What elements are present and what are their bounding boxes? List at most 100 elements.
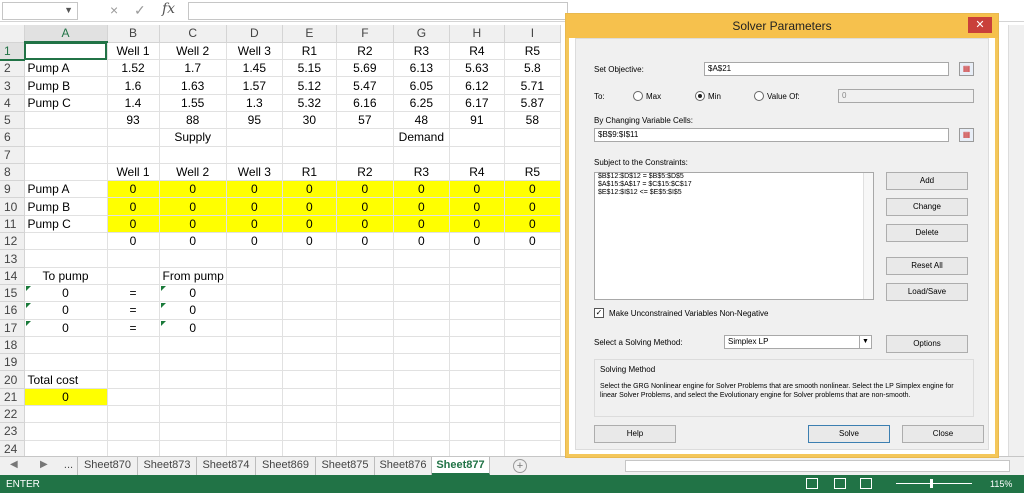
cell[interactable]: 88 bbox=[159, 111, 227, 130]
formula-input[interactable] bbox=[188, 2, 568, 20]
row-header[interactable]: 2 bbox=[0, 59, 25, 78]
value-of-input[interactable]: 0 bbox=[838, 89, 974, 103]
row-header[interactable]: 5 bbox=[0, 111, 25, 130]
cell[interactable]: 6.17 bbox=[449, 94, 505, 112]
cell[interactable] bbox=[504, 440, 561, 458]
cell[interactable]: 30 bbox=[282, 111, 337, 130]
cell[interactable]: 0 bbox=[504, 197, 561, 216]
cell[interactable] bbox=[107, 370, 160, 389]
chevron-down-icon[interactable]: ▼ bbox=[64, 5, 73, 15]
chevron-down-icon[interactable]: ▼ bbox=[859, 336, 871, 348]
cell[interactable] bbox=[282, 353, 337, 372]
max-radio[interactable] bbox=[633, 91, 643, 101]
more-tabs-button[interactable]: ... bbox=[60, 457, 78, 475]
row-header[interactable]: 14 bbox=[0, 267, 25, 285]
cell[interactable] bbox=[159, 388, 227, 407]
cell[interactable] bbox=[159, 353, 227, 372]
cell[interactable] bbox=[336, 284, 394, 303]
cell[interactable]: 48 bbox=[393, 111, 450, 130]
min-radio[interactable] bbox=[695, 91, 705, 101]
cell[interactable]: Well 2 bbox=[159, 42, 227, 61]
cell[interactable] bbox=[107, 128, 160, 147]
page-break-view-icon[interactable] bbox=[860, 478, 872, 489]
cell[interactable] bbox=[504, 388, 561, 407]
cell[interactable] bbox=[336, 405, 394, 424]
row-header[interactable]: 13 bbox=[0, 249, 25, 268]
cell[interactable] bbox=[504, 249, 561, 268]
cell[interactable]: Well 3 bbox=[226, 42, 283, 61]
cell[interactable] bbox=[226, 284, 283, 303]
cell[interactable] bbox=[504, 336, 561, 355]
cell[interactable]: 6.16 bbox=[336, 94, 394, 112]
cell[interactable] bbox=[226, 146, 283, 164]
objective-input[interactable]: $A$21 bbox=[704, 62, 949, 76]
cell[interactable]: 6.13 bbox=[393, 59, 450, 78]
cell[interactable] bbox=[504, 301, 561, 320]
options-button[interactable]: Options bbox=[886, 335, 968, 353]
row-header[interactable]: 8 bbox=[0, 163, 25, 182]
cell[interactable]: 5.32 bbox=[282, 94, 337, 112]
sheet-tab[interactable]: Sheet874 bbox=[197, 457, 256, 475]
cell[interactable]: 0 bbox=[504, 215, 561, 234]
cell[interactable]: 0 bbox=[336, 180, 394, 199]
cell[interactable]: R2 bbox=[336, 163, 394, 182]
cell[interactable]: R5 bbox=[504, 42, 561, 61]
cell[interactable] bbox=[226, 301, 283, 320]
cell[interactable]: Well 3 bbox=[226, 163, 283, 182]
cell[interactable] bbox=[336, 267, 394, 285]
cell[interactable] bbox=[449, 301, 505, 320]
cell[interactable] bbox=[336, 336, 394, 355]
column-header[interactable]: G bbox=[393, 25, 450, 43]
cell[interactable] bbox=[393, 336, 450, 355]
cell[interactable] bbox=[159, 249, 227, 268]
cell[interactable] bbox=[107, 388, 160, 407]
cell[interactable] bbox=[159, 405, 227, 424]
column-header[interactable]: E bbox=[282, 25, 337, 43]
sheet-tab[interactable]: Sheet870 bbox=[78, 457, 138, 475]
dialog-titlebar[interactable]: Solver Parameters ✕ bbox=[566, 14, 998, 38]
row-header[interactable]: 20 bbox=[0, 370, 25, 389]
row-header[interactable]: 17 bbox=[0, 319, 25, 337]
cell[interactable] bbox=[336, 301, 394, 320]
cell[interactable] bbox=[336, 128, 394, 147]
row-header[interactable]: 3 bbox=[0, 76, 25, 95]
row-header[interactable]: 22 bbox=[0, 405, 25, 424]
close-button[interactable]: Close bbox=[902, 425, 984, 443]
cell[interactable]: 0 bbox=[449, 232, 505, 251]
cell[interactable] bbox=[504, 353, 561, 372]
reset-all-button[interactable]: Reset All bbox=[886, 257, 968, 275]
delete-button[interactable]: Delete bbox=[886, 224, 968, 242]
row-header[interactable]: 23 bbox=[0, 422, 25, 441]
constraints-scrollbar[interactable] bbox=[863, 173, 873, 299]
cell[interactable]: 5.63 bbox=[449, 59, 505, 78]
sheet-tab[interactable]: Sheet875 bbox=[316, 457, 375, 475]
cell[interactable] bbox=[107, 353, 160, 372]
cell[interactable]: 0 bbox=[159, 319, 227, 337]
cell[interactable]: Supply bbox=[159, 128, 227, 147]
cell[interactable]: 0 bbox=[24, 319, 108, 337]
cell[interactable]: 6.12 bbox=[449, 76, 505, 95]
cell[interactable]: 91 bbox=[449, 111, 505, 130]
cell[interactable] bbox=[24, 42, 108, 61]
cell[interactable]: R3 bbox=[393, 163, 450, 182]
cell[interactable]: 0 bbox=[226, 180, 283, 199]
cell[interactable]: 0 bbox=[282, 197, 337, 216]
cell[interactable] bbox=[393, 301, 450, 320]
cell[interactable] bbox=[24, 128, 108, 147]
solve-button[interactable]: Solve bbox=[808, 425, 890, 443]
row-header[interactable]: 11 bbox=[0, 215, 25, 234]
cell[interactable] bbox=[449, 319, 505, 337]
cell[interactable] bbox=[226, 405, 283, 424]
cell[interactable]: 0 bbox=[393, 197, 450, 216]
cell[interactable] bbox=[336, 319, 394, 337]
sheet-tab[interactable]: Sheet873 bbox=[138, 457, 197, 475]
cell[interactable]: 1.4 bbox=[107, 94, 160, 112]
cell[interactable] bbox=[336, 249, 394, 268]
changing-cells-input[interactable]: $B$9:$I$11 bbox=[594, 128, 949, 142]
cell[interactable]: From pump bbox=[159, 267, 227, 285]
cell[interactable] bbox=[282, 370, 337, 389]
cell[interactable]: 0 bbox=[159, 301, 227, 320]
cancel-icon[interactable]: × bbox=[110, 2, 118, 18]
cell[interactable] bbox=[393, 267, 450, 285]
cell[interactable]: = bbox=[107, 284, 160, 303]
